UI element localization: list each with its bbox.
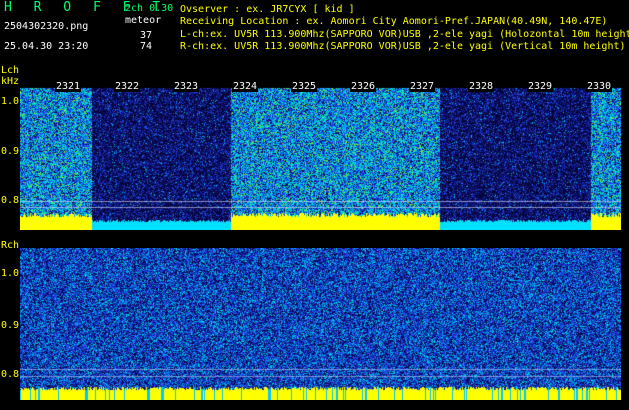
l-count: 37 <box>140 30 153 41</box>
time-tick-label: 2326 <box>350 81 377 92</box>
location-info: Receiving Location : ex. Aomori City Aom… <box>180 16 608 27</box>
rch-spectrogram <box>20 248 621 400</box>
lch-ytick-2: 0.9 <box>1 146 20 157</box>
mode-info: 2ch 0.30 <box>125 3 174 14</box>
r-count: 74 <box>140 41 153 52</box>
file-name: 2504302320.png <box>4 21 89 32</box>
time-tick-label: 2325 <box>291 81 318 92</box>
lch-ytick-1: 1.0 <box>1 96 20 107</box>
lch-canvas <box>20 80 621 230</box>
meteor-label: meteor <box>125 15 162 26</box>
rch-tag: Rch <box>1 240 20 251</box>
lch-spectrogram <box>20 80 621 230</box>
time-tick-label: 2327 <box>409 81 436 92</box>
rch-canvas <box>20 248 621 400</box>
observer-info: Ovserver : ex. JR7CYX [ kid ] <box>180 4 355 15</box>
time-tick-label: 2324 <box>232 81 259 92</box>
rch-ytick-1: 1.0 <box>1 268 20 279</box>
time-tick-label: 2328 <box>468 81 495 92</box>
khz-unit-label: kHz <box>1 76 20 87</box>
time-tick-label: 2330 <box>586 81 613 92</box>
lch-ytick-3: 0.8 <box>1 195 20 206</box>
lch-info: L-ch:ex. UV5R 113.900Mhz(SAPPORO VOR)USB… <box>180 29 629 40</box>
rch-ytick-2: 0.9 <box>1 320 20 331</box>
time-tick-label: 2329 <box>527 81 554 92</box>
time-tick-label: 2321 <box>55 81 82 92</box>
time-tick-label: 2322 <box>114 81 141 92</box>
rch-ytick-3: 0.8 <box>1 369 20 380</box>
rch-info: R-ch:ex. UV5R 113.900Mhz(SAPPORO VOR)USB… <box>180 41 626 52</box>
lch-tag: Lch <box>1 65 20 76</box>
time-tick-label: 2323 <box>173 81 200 92</box>
timestamp: 25.04.30 23:20 <box>4 41 89 52</box>
